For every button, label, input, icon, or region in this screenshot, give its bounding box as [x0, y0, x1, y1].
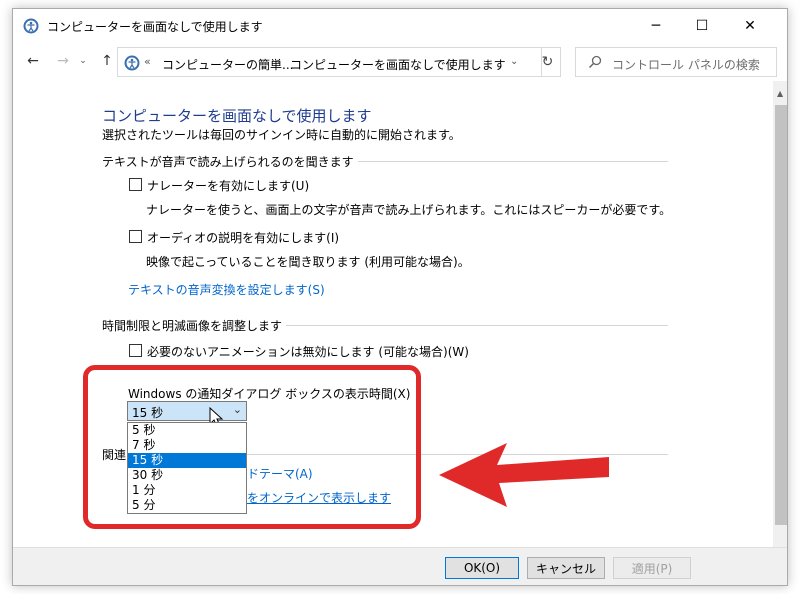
notification-duration-select[interactable]: 15 秒 ⌄ — [127, 401, 247, 421]
search-icon — [588, 55, 602, 69]
audio-description-checkbox[interactable] — [129, 230, 142, 243]
ok-button[interactable]: OK(O) — [445, 557, 519, 579]
disable-animations-checkbox[interactable] — [129, 344, 142, 357]
overflow-chevron-icon[interactable]: « — [144, 55, 151, 68]
audio-description-text: 映像で起こっていることを聞き取ります (利用可能な場合)。 — [146, 255, 470, 269]
address-bar[interactable]: « コンピューターの簡単... › コンピューターを画面なしで使用します ⌄ — [117, 47, 542, 77]
section-heading: テキストが音声で読み上げられるのを聞きます — [102, 153, 358, 170]
maximize-button[interactable]: ☐ — [679, 9, 725, 43]
annotation-arrow-icon — [439, 443, 609, 507]
control-panel-window: コンピューターを画面なしで使用します ─ ☐ ✕ ← → ⌄ ↑ « コンピュー… — [12, 8, 788, 586]
chevron-down-icon[interactable]: ⌄ — [233, 403, 242, 416]
up-arrow-icon[interactable]: ↑ — [97, 51, 117, 71]
duration-option[interactable]: 15 秒 — [128, 453, 246, 468]
scrollbar-thumb[interactable] — [775, 105, 787, 525]
section-time-limits: 時間制限と明滅画像を調整します — [102, 317, 668, 334]
search-input[interactable]: コントロール パネルの検索 — [612, 56, 760, 73]
search-box[interactable]: コントロール パネルの検索 — [575, 47, 777, 77]
tts-settings-link[interactable]: テキストの音声変換を設定します(S) — [128, 281, 325, 298]
selected-duration: 15 秒 — [132, 406, 164, 420]
breadcrumb-separator-icon[interactable]: › — [276, 55, 280, 68]
duration-option[interactable]: 5 秒 — [128, 423, 246, 438]
narrator-label[interactable]: ナレーターを有効にします(U) — [147, 177, 309, 194]
duration-dropdown-list[interactable]: 5 秒7 秒 15 秒 30 秒1 分5 分 — [127, 422, 247, 514]
forward-arrow-icon[interactable]: → — [53, 51, 73, 71]
back-arrow-icon[interactable]: ← — [23, 51, 43, 71]
dialog-footer: OK(O) キャンセル 適用(P) — [13, 547, 787, 585]
breadcrumb-current-page[interactable]: コンピューターを画面なしで使用します — [290, 56, 506, 73]
narrator-description: ナレーターを使うと、画面上の文字が音声で読み上げられます。これにはスピーカーが必… — [146, 203, 672, 217]
address-dropdown-icon[interactable]: ⌄ — [510, 56, 518, 67]
duration-option[interactable]: 30 秒 — [128, 468, 246, 483]
cancel-button[interactable]: キャンセル — [527, 557, 605, 579]
disable-animations-label[interactable]: 必要のないアニメーションは無効にします (可能な場合)(W) — [147, 343, 469, 360]
refresh-icon[interactable]: ↻ — [535, 47, 561, 77]
page-subtitle: 選択されたツールは毎回のサインイン時に自動的に開始されます。 — [102, 128, 461, 142]
narrator-checkbox[interactable] — [129, 178, 142, 191]
audio-description-label[interactable]: オーディオの説明を有効にします(I) — [147, 229, 339, 246]
page-title: コンピューターを画面なしで使用します — [102, 107, 372, 125]
content-pane: コンピューターを画面なしで使用します 選択されたツールは毎回のサインイン時に自動… — [13, 81, 773, 547]
duration-option[interactable]: 1 分 — [128, 483, 246, 498]
window-title: コンピューターを画面なしで使用します — [47, 20, 263, 34]
notification-duration-label: Windows の通知ダイアログ ボックスの表示時間(X) — [128, 387, 411, 401]
vertical-scrollbar[interactable]: ▲ — [773, 81, 787, 547]
minimize-button[interactable]: ─ — [633, 9, 679, 43]
related-online-link[interactable]: をオンラインで表示します — [247, 489, 391, 506]
ease-of-access-icon — [23, 18, 39, 34]
duration-option[interactable]: 7 秒 — [128, 438, 246, 453]
related-settings-heading: 関連 — [102, 448, 127, 462]
section-hear-text: テキストが音声で読み上げられるのを聞きます — [102, 153, 668, 170]
title-bar[interactable]: コンピューターを画面なしで使用します ─ ☐ ✕ — [13, 9, 787, 43]
section-heading: 時間制限と明滅画像を調整します — [102, 317, 287, 334]
apply-button[interactable]: 適用(P) — [613, 557, 691, 579]
duration-option[interactable]: 5 分 — [128, 498, 246, 513]
breadcrumb-ease-of-access[interactable]: コンピューターの簡単... — [162, 56, 293, 73]
scroll-up-icon[interactable]: ▲ — [777, 89, 783, 98]
ease-of-access-location-icon — [124, 55, 140, 71]
close-button[interactable]: ✕ — [725, 9, 775, 43]
related-theme-link[interactable]: ドテーマ(A) — [247, 465, 313, 482]
recent-locations-chevron-icon[interactable]: ⌄ — [77, 51, 89, 71]
navigation-bar: ← → ⌄ ↑ « コンピューターの簡単... › コンピューターを画面なしで使… — [13, 43, 787, 79]
